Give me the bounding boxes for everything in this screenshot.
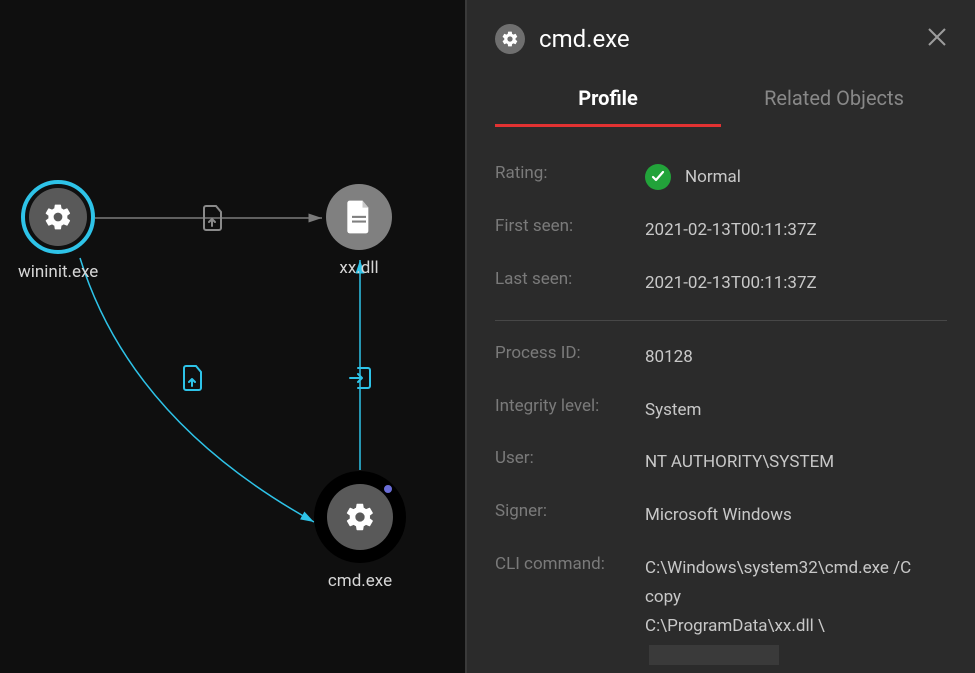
document-icon <box>345 200 373 234</box>
gear-icon <box>43 202 73 232</box>
tab-related-objects[interactable]: Related Objects <box>721 72 947 127</box>
close-icon <box>927 27 947 47</box>
label-first-seen: First seen: <box>495 216 645 236</box>
details-title: cmd.exe <box>539 25 927 53</box>
cli-line-1: C:\Windows\system32\cmd.exe /C copy <box>645 554 947 612</box>
redacted-segment <box>649 645 779 665</box>
row-signer: Signer: Microsoft Windows <box>495 489 947 542</box>
value-user: NT AUTHORITY\SYSTEM <box>645 448 834 477</box>
status-badge-icon <box>382 483 394 495</box>
close-button[interactable] <box>927 26 947 52</box>
process-graph-panel[interactable]: wininit.exe xx.dll cmd.exe <box>0 0 465 673</box>
section-divider <box>495 320 947 321</box>
tab-profile[interactable]: Profile <box>495 72 721 127</box>
cli-line-2: C:\ProgramData\xx.dll \ <box>645 616 825 636</box>
details-panel: cmd.exe Profile Related Objects Rating: … <box>465 0 975 673</box>
row-first-seen: First seen: 2021-02-13T00:11:37Z <box>495 204 947 257</box>
edge-action-file-gray-icon <box>202 204 226 236</box>
graph-node-wininit[interactable]: wininit.exe <box>18 180 98 282</box>
graph-node-cmd[interactable]: cmd.exe <box>314 471 406 591</box>
node-label: wininit.exe <box>18 262 98 282</box>
label-cli: CLI command: <box>495 554 645 574</box>
row-user: User: NT AUTHORITY\SYSTEM <box>495 436 947 489</box>
process-gear-icon <box>495 24 525 54</box>
node-label: cmd.exe <box>328 571 392 591</box>
row-integrity: Integrity level: System <box>495 384 947 437</box>
value-process-id: 80128 <box>645 343 693 372</box>
label-signer: Signer: <box>495 501 645 521</box>
label-integrity: Integrity level: <box>495 396 645 416</box>
value-cli: C:\Windows\system32\cmd.exe /C copy C:\P… <box>645 554 947 673</box>
label-rating: Rating: <box>495 163 645 183</box>
value-integrity: System <box>645 396 701 425</box>
row-rating: Rating: Normal <box>495 151 947 204</box>
details-header: cmd.exe <box>467 0 975 72</box>
gear-icon <box>344 501 376 533</box>
details-tabs: Profile Related Objects <box>467 72 975 127</box>
edge-action-login-icon <box>348 364 374 396</box>
row-process-id: Process ID: 80128 <box>495 331 947 384</box>
edge-action-file-cyan-icon <box>182 364 206 396</box>
label-last-seen: Last seen: <box>495 269 645 289</box>
checkmark-icon <box>645 164 671 190</box>
value-signer: Microsoft Windows <box>645 501 792 530</box>
node-label: xx.dll <box>339 258 378 278</box>
value-rating: Normal <box>685 163 741 192</box>
label-user: User: <box>495 448 645 468</box>
graph-node-xxdll[interactable]: xx.dll <box>326 184 392 278</box>
value-last-seen: 2021-02-13T00:11:37Z <box>645 269 817 298</box>
row-cli-command: CLI command: C:\Windows\system32\cmd.exe… <box>495 542 947 673</box>
value-first-seen: 2021-02-13T00:11:37Z <box>645 216 817 245</box>
label-process-id: Process ID: <box>495 343 645 363</box>
profile-content: Rating: Normal First seen: 2021-02-13T00… <box>467 127 975 673</box>
row-last-seen: Last seen: 2021-02-13T00:11:37Z <box>495 257 947 310</box>
